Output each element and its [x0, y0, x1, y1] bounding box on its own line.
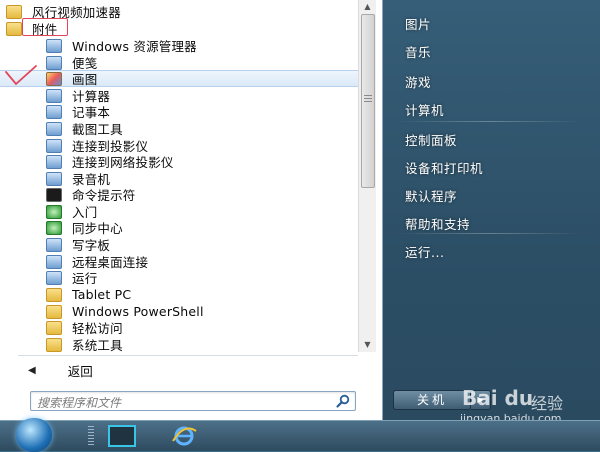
- program-item[interactable]: 同步中心: [0, 219, 358, 236]
- right-menu-item[interactable]: 控制面板: [405, 130, 457, 149]
- watermark-logo: Bai du: [462, 386, 534, 410]
- program-item[interactable]: 计算器: [0, 87, 358, 104]
- folder-icon: [6, 4, 22, 19]
- search-icon[interactable]: [335, 393, 351, 409]
- program-item[interactable]: 写字板: [0, 236, 358, 253]
- right-menu-item[interactable]: 游戏: [405, 72, 431, 91]
- command-prompt-icon: [46, 187, 62, 202]
- programs-panel: 风行视频加速器 附件 Windows 资源管理器 便笺 画图 计算器 记事本 截图工具 连接到投…: [0, 0, 383, 420]
- program-folder[interactable]: Tablet PC: [0, 286, 358, 303]
- program-item[interactable]: 记事本: [0, 103, 358, 120]
- program-item[interactable]: 便笺: [0, 54, 358, 71]
- taskbar-app-icon[interactable]: [108, 425, 136, 447]
- program-item[interactable]: 远程桌面连接: [0, 253, 358, 270]
- program-item[interactable]: 连接到网络投影仪: [0, 153, 358, 170]
- watermark-brand: 经验: [531, 394, 564, 413]
- program-label: 运行: [72, 271, 98, 286]
- search-input[interactable]: 搜索程序和文件: [30, 391, 356, 411]
- program-item[interactable]: 命令提示符: [0, 186, 358, 203]
- right-menu-separator: [397, 121, 581, 122]
- program-item[interactable]: 运行: [0, 269, 358, 286]
- right-menu-separator: [397, 233, 581, 234]
- start-button[interactable]: [16, 418, 52, 452]
- program-item[interactable]: 连接到投影仪: [0, 137, 358, 154]
- folder-icon: [46, 337, 62, 352]
- divider: [18, 355, 358, 356]
- program-item[interactable]: 录音机: [0, 170, 358, 187]
- program-folder[interactable]: 轻松访问: [0, 319, 358, 336]
- right-menu-item[interactable]: 图片: [405, 14, 431, 33]
- back-arrow-icon: ◀: [28, 364, 36, 376]
- program-label: Windows PowerShell: [72, 304, 204, 319]
- taskbar-grip-icon: [88, 426, 94, 446]
- folder-icon: [46, 287, 62, 302]
- annotation-highlight-box: [22, 18, 68, 36]
- right-menu-item[interactable]: 默认程序: [405, 186, 457, 205]
- program-item[interactable]: Windows 资源管理器: [0, 37, 358, 54]
- right-menu-item[interactable]: 音乐: [405, 42, 431, 61]
- start-menu-right-pane: 关机 ▶ 图片 音乐 游戏 计算机 控制面板 设备和打印机 默认程序 帮助和支持 运行...: [383, 0, 600, 420]
- right-menu-item[interactable]: 帮助和支持: [405, 214, 470, 233]
- annotation-check-mark: [5, 65, 37, 86]
- internet-explorer-icon[interactable]: [170, 425, 198, 447]
- wordpad-icon: [46, 237, 62, 252]
- scroll-down-arrow-icon[interactable]: ▼: [359, 338, 376, 352]
- scroll-grip-icon: [364, 95, 372, 103]
- program-folder[interactable]: Windows PowerShell: [0, 303, 358, 320]
- program-item[interactable]: 画图: [0, 70, 358, 87]
- sync-center-icon: [46, 220, 62, 235]
- program-list-scrollbar[interactable]: ▲ ▼: [358, 0, 376, 352]
- calculator-icon: [46, 88, 62, 103]
- notepad-icon: [46, 104, 62, 119]
- sticky-notes-icon: [46, 55, 62, 70]
- folder-icon: [46, 320, 62, 335]
- scroll-up-arrow-icon[interactable]: ▲: [359, 0, 376, 14]
- remote-desktop-icon: [46, 254, 62, 269]
- snipping-tool-icon: [46, 121, 62, 136]
- program-label: 系统工具: [72, 338, 123, 352]
- folder-icon: [46, 304, 62, 319]
- folder-icon: [6, 21, 22, 36]
- getting-started-icon: [46, 204, 62, 219]
- program-label: Tablet PC: [72, 287, 132, 302]
- right-menu-item[interactable]: 计算机: [405, 100, 444, 119]
- program-item[interactable]: 入门: [0, 203, 358, 220]
- back-button[interactable]: ◀ 返回: [0, 360, 358, 380]
- program-folder[interactable]: 系统工具: [0, 336, 358, 352]
- taskbar: [0, 418, 600, 452]
- run-icon: [46, 270, 62, 285]
- network-projector-icon: [46, 154, 62, 169]
- scroll-thumb[interactable]: [361, 14, 375, 188]
- sound-recorder-icon: [46, 171, 62, 186]
- paint-icon: [46, 71, 62, 86]
- right-menu-item[interactable]: 设备和打印机: [405, 158, 483, 177]
- program-item[interactable]: 截图工具: [0, 120, 358, 137]
- search-placeholder: 搜索程序和文件: [37, 396, 122, 410]
- explorer-icon: [46, 38, 62, 53]
- right-menu-item[interactable]: 运行...: [405, 242, 444, 261]
- back-label: 返回: [67, 363, 93, 379]
- projector-icon: [46, 138, 62, 153]
- all-programs-list: 风行视频加速器 附件 Windows 资源管理器 便笺 画图 计算器 记事本 截图工具 连接到投…: [0, 0, 358, 352]
